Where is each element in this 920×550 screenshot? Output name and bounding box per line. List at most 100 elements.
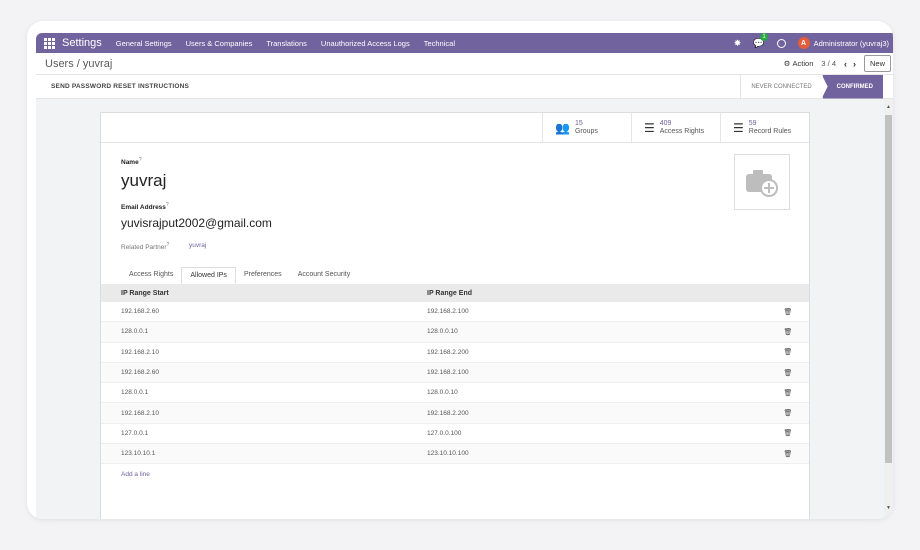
name-field[interactable]: yuvraj	[121, 171, 166, 191]
ip-range-end-cell[interactable]: 123.10.10.100	[427, 450, 767, 457]
menu-unauthorized-access-logs[interactable]: Unauthorized Access Logs	[321, 39, 410, 48]
table-row[interactable]: 192.168.2.60 192.168.2.100 🗑	[101, 362, 809, 384]
apps-menu-icon[interactable]	[42, 36, 56, 50]
form-statusbar: SEND PASSWORD RESET INSTRUCTIONS NEVER C…	[36, 74, 893, 99]
list-icon: ☰	[644, 121, 655, 135]
top-navbar: Settings General Settings Users & Compan…	[36, 32, 893, 53]
table-header: IP Range Start IP Range End	[101, 284, 809, 302]
menu-translations[interactable]: Translations	[266, 39, 307, 48]
app-brand[interactable]: Settings	[62, 37, 102, 49]
trash-icon[interactable]: 🗑	[767, 409, 809, 417]
trash-icon[interactable]: 🗑	[767, 369, 809, 377]
ip-range-start-cell[interactable]: 192.168.2.60	[101, 308, 427, 315]
breadcrumb-separator: /	[76, 57, 80, 70]
table-row[interactable]: 128.0.0.1 128.0.0.10 🗑	[101, 322, 809, 343]
state-never-connected[interactable]: NEVER CONNECTED	[740, 74, 821, 99]
stat-label: Record Rules	[748, 128, 792, 135]
user-name: Administrator (yuvraj3)	[813, 38, 889, 48]
ip-range-end-cell[interactable]: 128.0.0.10	[427, 328, 767, 335]
trash-icon[interactable]: 🗑	[767, 308, 809, 316]
trash-icon[interactable]: 🗑	[767, 450, 809, 458]
send-password-reset-button[interactable]: SEND PASSWORD RESET INSTRUCTIONS	[51, 83, 189, 90]
user-photo-placeholder[interactable]	[734, 154, 790, 210]
record-rules-stat-button[interactable]: ☰ 59 Record Rules	[720, 113, 809, 143]
notebook-tabs: Access Rights Allowed IPs Preferences Ac…	[121, 267, 811, 284]
help-icon[interactable]: ?	[166, 202, 169, 208]
avatar: A	[797, 37, 810, 49]
users-icon: 👥	[555, 121, 570, 135]
gear-icon: ⚙	[783, 59, 791, 68]
ip-range-start-cell[interactable]: 192.168.2.10	[101, 349, 427, 356]
ip-range-end-cell[interactable]: 192.168.2.100	[427, 308, 767, 315]
access-rights-stat-button[interactable]: ☰ 409 Access Rights	[631, 113, 720, 143]
column-ip-range-start[interactable]: IP Range Start	[101, 290, 427, 297]
app-window: Settings General Settings Users & Compan…	[27, 21, 893, 519]
camera-plus-icon	[746, 170, 778, 197]
activity-clock-icon[interactable]	[776, 38, 786, 48]
pager-next-icon[interactable]: ›	[853, 59, 856, 69]
breadcrumb-users-link[interactable]: Users	[45, 58, 74, 70]
trash-icon[interactable]: 🗑	[767, 429, 809, 437]
ip-range-start-cell[interactable]: 123.10.10.1	[101, 450, 427, 457]
chat-icon[interactable]: 💬 1	[753, 32, 768, 49]
ip-range-start-cell[interactable]: 127.0.0.1	[101, 430, 427, 437]
groups-stat-button[interactable]: 👥 15 Groups	[542, 113, 631, 143]
related-partner-label-text: Related Partner	[121, 244, 167, 252]
allowed-ips-table: IP Range Start IP Range End 192.168.2.60…	[101, 284, 809, 484]
breadcrumb: Users / yuvraj	[45, 58, 112, 70]
menu-users-companies[interactable]: Users & Companies	[186, 39, 253, 48]
main-menu: General Settings Users & Companies Trans…	[116, 39, 455, 48]
ip-range-end-cell[interactable]: 128.0.0.10	[427, 389, 767, 396]
table-row[interactable]: 123.10.10.1 123.10.10.100 🗑	[101, 444, 809, 465]
ip-range-start-cell[interactable]: 128.0.0.1	[101, 389, 427, 396]
chat-badge: 1	[760, 32, 768, 41]
new-button[interactable]: New	[863, 55, 891, 72]
email-label-text: Email Address	[121, 204, 166, 212]
help-icon[interactable]: ?	[167, 242, 170, 248]
scroll-down-icon[interactable]: ▼	[886, 505, 891, 511]
action-label: Action	[792, 59, 814, 68]
trash-icon[interactable]: 🗑	[767, 389, 809, 397]
stat-number: 15	[574, 120, 583, 127]
navbar-systray: ✸ 💬 1 A Administrator (yuvraj3)	[734, 32, 889, 49]
ip-range-start-cell[interactable]: 192.168.2.60	[101, 369, 427, 376]
table-row[interactable]: 128.0.0.1 128.0.0.10 🗑	[101, 383, 809, 404]
tab-preferences[interactable]: Preferences	[236, 267, 290, 284]
ip-range-start-cell[interactable]: 128.0.0.1	[101, 328, 427, 335]
pager-previous-icon[interactable]: ‹	[844, 59, 847, 69]
help-icon[interactable]: ?	[139, 157, 142, 163]
form-sheet: 👥 15 Groups ☰ 409 Access Rights ☰ 59 Record…	[99, 112, 811, 519]
ip-range-end-cell[interactable]: 192.168.2.100	[427, 369, 767, 376]
trash-icon[interactable]: 🗑	[767, 328, 809, 336]
tab-account-security[interactable]: Account Security	[290, 267, 359, 284]
scroll-up-icon[interactable]: ▲	[886, 104, 891, 110]
breadcrumb-current: yuvraj	[82, 57, 113, 70]
menu-technical[interactable]: Technical	[424, 39, 455, 48]
ip-range-start-cell[interactable]: 192.168.2.10	[101, 410, 427, 417]
table-row[interactable]: 192.168.2.10 192.168.2.200 🗑	[101, 343, 809, 363]
action-button[interactable]: ⚙ Action	[784, 59, 814, 68]
stat-number: 59	[748, 120, 757, 127]
ip-range-end-cell[interactable]: 192.168.2.200	[427, 349, 767, 356]
user-menu[interactable]: A Administrator (yuvraj3)	[797, 37, 889, 49]
ip-range-end-cell[interactable]: 192.168.2.200	[427, 410, 767, 417]
debug-icon[interactable]: ✸	[734, 38, 742, 49]
pager-value[interactable]: 3 / 4	[821, 59, 836, 68]
button-box: 👥 15 Groups ☰ 409 Access Rights ☰ 59 Record…	[99, 113, 809, 143]
column-ip-range-end[interactable]: IP Range End	[427, 290, 767, 297]
trash-icon[interactable]: 🗑	[767, 348, 809, 356]
tab-allowed-ips[interactable]: Allowed IPs	[181, 267, 236, 284]
table-row[interactable]: 192.168.2.60 192.168.2.100 🗑	[101, 302, 809, 323]
table-row[interactable]: 127.0.0.1 127.0.0.100 🗑	[101, 424, 809, 445]
menu-general-settings[interactable]: General Settings	[116, 39, 172, 48]
control-right: ⚙ Action 3 / 4 ‹ › New	[784, 55, 891, 72]
related-partner-link[interactable]: yuvraj	[189, 242, 206, 249]
table-row[interactable]: 192.168.2.10 192.168.2.200 🗑	[101, 403, 809, 424]
scrollbar-thumb[interactable]	[885, 115, 892, 463]
ip-range-end-cell[interactable]: 127.0.0.100	[427, 430, 767, 437]
email-field[interactable]: yuvisrajput2002@gmail.com	[121, 216, 272, 230]
tab-access-rights[interactable]: Access Rights	[121, 267, 181, 284]
state-confirmed[interactable]: CONFIRMED	[821, 74, 883, 99]
add-line-link[interactable]: Add a line	[101, 464, 809, 484]
control-panel: Users / yuvraj ⚙ Action 3 / 4 ‹ › New	[36, 53, 893, 75]
